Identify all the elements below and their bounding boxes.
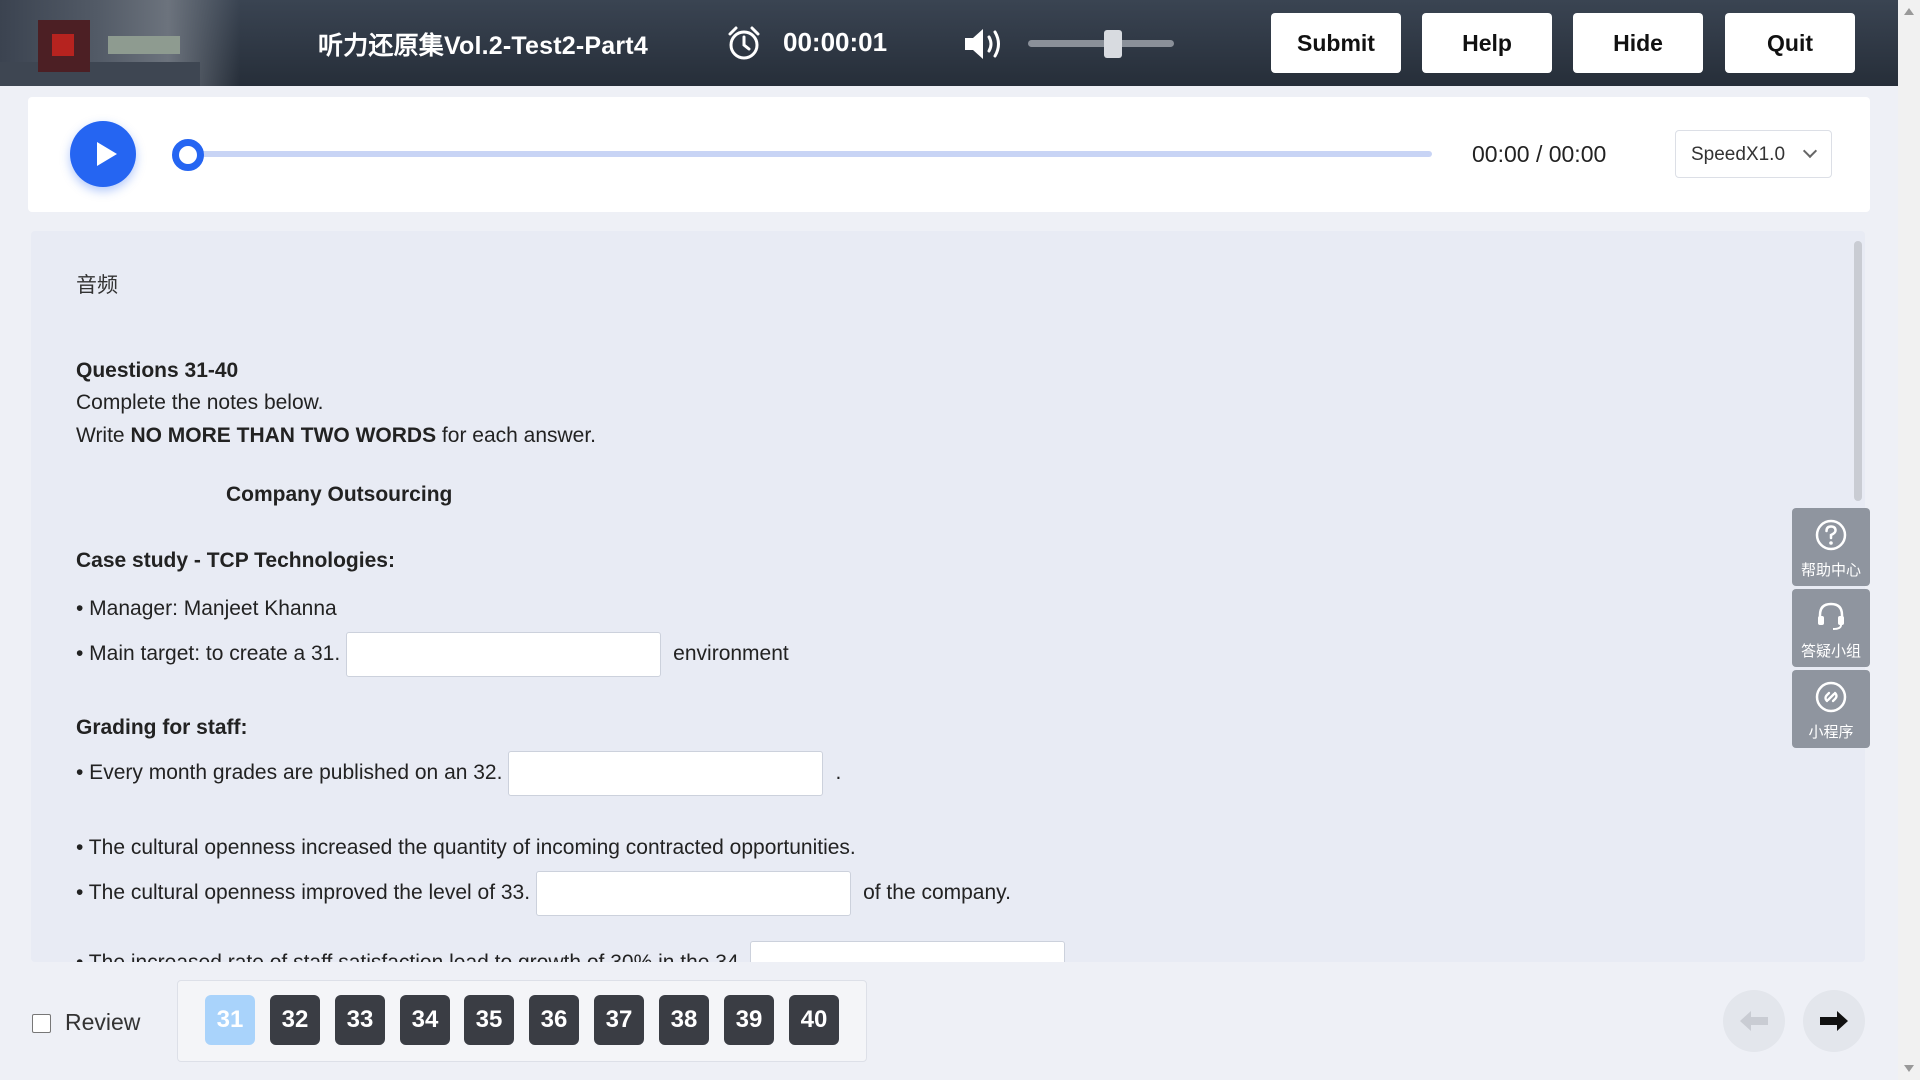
time-display: 00:00 / 00:00 — [1472, 141, 1607, 167]
review-label: Review — [65, 1009, 141, 1035]
submit-button[interactable]: Submit — [1271, 13, 1401, 73]
help-button[interactable]: Help — [1422, 13, 1552, 73]
audio-player: 00:00 / 00:00 SpeedX1.0 — [28, 97, 1870, 212]
instruction-line-1: Complete the notes below. — [76, 391, 324, 414]
speed-value: SpeedX1.0 — [1691, 144, 1786, 165]
question-32: • Every month grades are published on an… — [76, 751, 841, 796]
question-nav-37[interactable]: 37 — [594, 995, 644, 1045]
qa-group-label: 答疑小组 — [1800, 643, 1861, 660]
seek-thumb[interactable] — [172, 139, 204, 171]
test-title: 听力还原集Vol.2-Test2-Part4 — [318, 32, 648, 60]
question-nav-33[interactable]: 33 — [335, 995, 385, 1045]
speaker-icon[interactable] — [962, 26, 1008, 62]
question-34: • The increased rate of staff satisfacti… — [76, 941, 1077, 962]
question-nav-39[interactable]: 39 — [724, 995, 774, 1045]
mini-program-button[interactable]: 小程序 — [1792, 670, 1870, 748]
alarm-clock-icon — [728, 26, 760, 60]
question-nav-35[interactable]: 35 — [464, 995, 514, 1045]
question-nav-38[interactable]: 38 — [659, 995, 709, 1045]
content-scrollbar[interactable] — [1854, 241, 1862, 501]
hide-button[interactable]: Hide — [1573, 13, 1703, 73]
question-nav-34[interactable]: 34 — [400, 995, 450, 1045]
chevron-down-icon — [1802, 143, 1818, 159]
answer-input-33[interactable] — [536, 871, 852, 916]
question-nav-32[interactable]: 32 — [270, 995, 320, 1045]
elapsed-timer: 00:00:01 — [783, 27, 888, 57]
volume-slider-thumb[interactable] — [1104, 30, 1122, 58]
questions-heading: Questions 31-40 — [76, 359, 239, 382]
headset-icon — [1818, 602, 1844, 630]
scroll-up-icon[interactable] — [1904, 8, 1914, 15]
mini-program-label: 小程序 — [1808, 724, 1854, 741]
help-center-button[interactable]: 帮助中心 — [1792, 508, 1870, 586]
question-circle-icon — [1815, 519, 1847, 551]
question-navigator: 31 32 33 34 35 36 37 38 39 40 — [177, 980, 867, 1062]
arrow-left-icon — [1740, 1011, 1768, 1031]
case-study-heading: Case study - TCP Technologies: — [76, 549, 395, 572]
seek-bar[interactable] — [188, 151, 1432, 157]
link-icon — [1815, 681, 1847, 713]
notes-title: Company Outsourcing — [226, 483, 453, 506]
arrow-right-icon — [1820, 1011, 1848, 1031]
qa-group-button[interactable]: 答疑小组 — [1792, 589, 1870, 667]
help-center-label: 帮助中心 — [1800, 562, 1861, 579]
answer-input-32[interactable] — [508, 751, 824, 796]
next-question-button[interactable] — [1803, 990, 1865, 1052]
answer-input-34[interactable] — [750, 941, 1066, 962]
review-checkbox[interactable] — [32, 1014, 51, 1033]
quit-button[interactable]: Quit — [1725, 13, 1855, 73]
page-scrollbar[interactable] — [1898, 0, 1920, 1080]
instruction-line-2: Write NO MORE THAN TWO WORDS for each an… — [76, 424, 597, 447]
manager-line: • Manager: Manjeet Khanna — [76, 597, 337, 620]
play-icon[interactable] — [70, 121, 136, 187]
question-nav-31[interactable]: 31 — [205, 995, 255, 1045]
grading-heading: Grading for staff: — [76, 716, 248, 739]
openness-line: • The cultural openness increased the qu… — [76, 836, 856, 859]
user-avatar-pixelated — [0, 0, 240, 86]
question-nav-40[interactable]: 40 — [789, 995, 839, 1045]
scroll-down-icon[interactable] — [1904, 1065, 1914, 1072]
top-bar: 听力还原集Vol.2-Test2-Part4 00:00:01 Submit H… — [0, 0, 1898, 86]
section-label: 音频 — [76, 274, 118, 297]
previous-question-button[interactable] — [1723, 990, 1785, 1052]
volume-slider-track[interactable] — [1028, 40, 1174, 47]
answer-input-31[interactable] — [346, 632, 662, 677]
question-nav-36[interactable]: 36 — [529, 995, 579, 1045]
question-31: • Main target: to create a 31. environmen… — [76, 632, 789, 677]
question-panel: 音频 Questions 31-40 Complete the notes be… — [31, 231, 1865, 962]
speed-select[interactable]: SpeedX1.0 — [1675, 130, 1832, 178]
question-33: • The cultural openness improved the lev… — [76, 871, 1011, 916]
